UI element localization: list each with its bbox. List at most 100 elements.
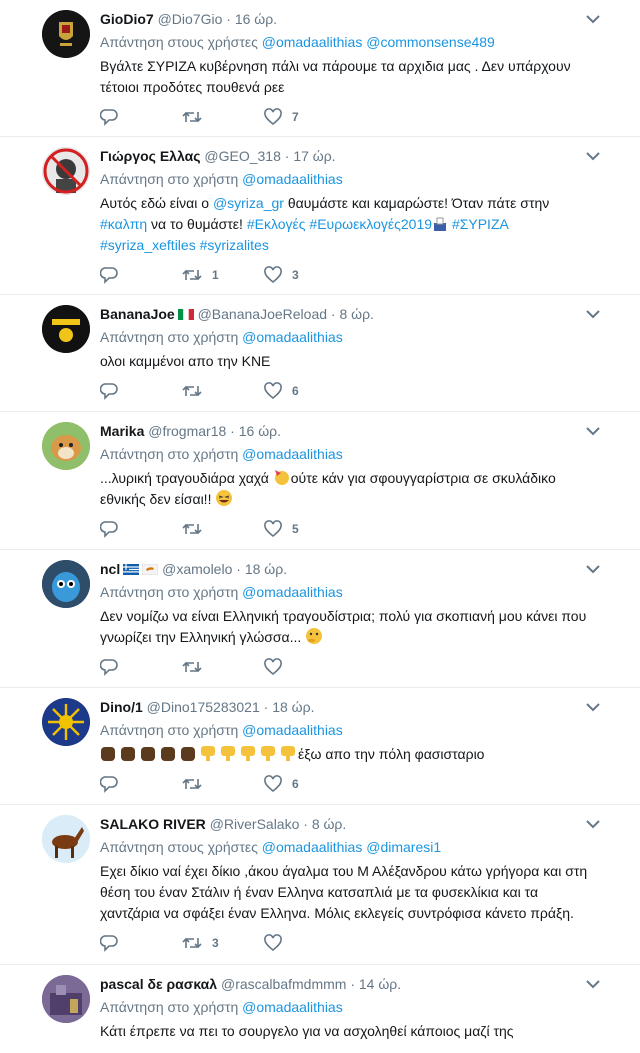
like-button[interactable]: 5	[264, 520, 346, 538]
timestamp[interactable]: 16 ώρ.	[239, 423, 281, 439]
chevron-down-icon[interactable]	[586, 819, 600, 829]
mention-link[interactable]: @omadaalithias	[262, 839, 363, 855]
tweet[interactable]: Γιώργος Ελλας @GEO_318 · 17 ώρ. Απάντηση…	[0, 137, 640, 295]
mention-link[interactable]: @omadaalithias	[242, 722, 343, 738]
tweet[interactable]: ncl @xamolelo · 18 ώρ. Απάντηση στο χρήσ…	[0, 550, 640, 688]
reply-prefix: Απάντηση στο χρήστη	[100, 722, 239, 738]
handle[interactable]: @RiverSalako	[210, 816, 300, 832]
handle[interactable]: @Dio7Gio	[158, 11, 223, 27]
tweet[interactable]: pascal δε ρασκαλ @rascalbafmdmmm · 14 ώρ…	[0, 965, 640, 1053]
hashtag-link[interactable]: #ΣΥΡΙΖΑ	[452, 216, 508, 232]
retweet-button[interactable]	[182, 658, 264, 676]
reply-prefix: Απάντηση στο χρήστη	[100, 171, 239, 187]
chevron-down-icon[interactable]	[586, 426, 600, 436]
reply-button[interactable]	[100, 382, 182, 400]
like-button[interactable]: 6	[264, 775, 346, 793]
handle[interactable]: @rascalbafmdmmm	[221, 976, 346, 992]
handle[interactable]: @frogmar18	[148, 423, 226, 439]
timestamp[interactable]: 14 ώρ.	[359, 976, 401, 992]
timestamp[interactable]: 17 ώρ.	[293, 148, 335, 164]
mention-link[interactable]: @omadaalithias	[242, 999, 343, 1015]
retweet-button[interactable]	[182, 775, 264, 793]
avatar-image	[42, 305, 90, 353]
display-name[interactable]: SALAKO RIVER	[100, 816, 206, 832]
reply-button[interactable]	[100, 266, 182, 284]
chevron-down-icon[interactable]	[586, 309, 600, 319]
tweet[interactable]: SALAKO RIVER @RiverSalako · 8 ώρ. Απάντη…	[0, 805, 640, 965]
mention-link[interactable]: @omadaalithias	[242, 446, 343, 462]
hashtag-link[interactable]: #καλπη	[100, 216, 147, 232]
tweet-text: Αυτός εδώ είναι ο @syriza_gr θαυμάστε κα…	[100, 193, 600, 256]
timestamp[interactable]: 18 ώρ.	[245, 561, 287, 577]
hashtag-link[interactable]: #Εκλογές	[247, 216, 306, 232]
tweet-header: pascal δε ρασκαλ @rascalbafmdmmm · 14 ώρ…	[100, 975, 600, 993]
separator: ·	[230, 423, 235, 439]
handle[interactable]: @Dino175283021	[147, 699, 260, 715]
hashtag-link[interactable]: #syriza_xeftiles	[100, 237, 196, 253]
avatar[interactable]	[42, 975, 90, 1023]
reply-icon	[100, 659, 118, 676]
like-button[interactable]: 6	[264, 382, 346, 400]
timestamp[interactable]: 18 ώρ.	[272, 699, 314, 715]
display-name[interactable]: ncl	[100, 561, 120, 577]
mention-link[interactable]: @dimaresi1	[366, 839, 441, 855]
avatar[interactable]	[42, 815, 90, 863]
like-button[interactable]	[264, 934, 346, 952]
tweet-actions: 6	[100, 767, 600, 801]
avatar[interactable]	[42, 305, 90, 353]
avatar[interactable]	[42, 422, 90, 470]
handle[interactable]: @xamolelo	[162, 561, 232, 577]
display-name[interactable]: pascal δε ρασκαλ	[100, 976, 217, 992]
separator: ·	[303, 816, 308, 832]
mention-link[interactable]: @omadaalithias	[242, 329, 343, 345]
mention-link[interactable]: @omadaalithias	[242, 584, 343, 600]
chevron-down-icon[interactable]	[586, 564, 600, 574]
like-button[interactable]	[264, 658, 346, 676]
tweet[interactable]: GioDio7 @Dio7Gio · 16 ώρ. Απάντηση στους…	[0, 0, 640, 137]
hashtag-link[interactable]: #Ευρωεκλογές2019	[309, 216, 432, 232]
mention-link[interactable]: @omadaalithias	[242, 171, 343, 187]
hashtag-link[interactable]: #syrizalites	[200, 237, 269, 253]
chevron-down-icon[interactable]	[586, 979, 600, 989]
tweet[interactable]: Dino/1 @Dino175283021 · 18 ώρ. Απάντηση …	[0, 688, 640, 805]
timestamp[interactable]: 8 ώρ.	[339, 306, 373, 322]
chevron-down-icon[interactable]	[586, 151, 600, 161]
retweet-button[interactable]: 3	[182, 934, 264, 952]
timestamp[interactable]: 8 ώρ.	[312, 816, 346, 832]
handle[interactable]: @BananaJoeReload	[198, 306, 327, 322]
reply-button[interactable]	[100, 520, 182, 538]
heart-icon	[264, 382, 282, 400]
retweet-button[interactable]	[182, 108, 264, 126]
display-name[interactable]: BananaJoe	[100, 306, 175, 322]
chevron-down-icon[interactable]	[586, 702, 600, 712]
retweet-button[interactable]	[182, 382, 264, 400]
like-button[interactable]: 3	[264, 266, 346, 284]
display-name[interactable]: GioDio7	[100, 11, 154, 27]
like-button[interactable]: 7	[264, 108, 346, 126]
retweet-button[interactable]	[182, 520, 264, 538]
mention-link[interactable]: @omadaalithias	[262, 34, 363, 50]
avatar[interactable]	[42, 698, 90, 746]
reply-button[interactable]	[100, 934, 182, 952]
avatar[interactable]	[42, 10, 90, 58]
display-name[interactable]: Dino/1	[100, 699, 143, 715]
handle[interactable]: @GEO_318	[204, 148, 280, 164]
chevron-down-icon[interactable]	[586, 14, 600, 24]
mention-link[interactable]: @syriza_gr	[213, 195, 284, 211]
reply-button[interactable]	[100, 658, 182, 676]
cyprus-flag-icon	[142, 564, 159, 575]
timestamp[interactable]: 16 ώρ.	[235, 11, 277, 27]
tweet[interactable]: Marika @frogmar18 · 16 ώρ. Απάντηση στο …	[0, 412, 640, 550]
reply-context: Απάντηση στο χρήστη @omadaalithias	[100, 327, 600, 347]
retweet-count: 1	[212, 268, 219, 282]
reply-button[interactable]	[100, 775, 182, 793]
avatar[interactable]	[42, 147, 90, 195]
reply-button[interactable]	[100, 108, 182, 126]
tweet[interactable]: BananaJoe @BananaJoeReload · 8 ώρ. Απάντ…	[0, 295, 640, 412]
display-name[interactable]: Γιώργος Ελλας	[100, 148, 200, 164]
reply-context: Απάντηση στους χρήστες @omadaalithias @d…	[100, 837, 600, 857]
display-name[interactable]: Marika	[100, 423, 144, 439]
avatar[interactable]	[42, 560, 90, 608]
retweet-button[interactable]: 1	[182, 266, 264, 284]
mention-link[interactable]: @commonsense489	[366, 34, 495, 50]
